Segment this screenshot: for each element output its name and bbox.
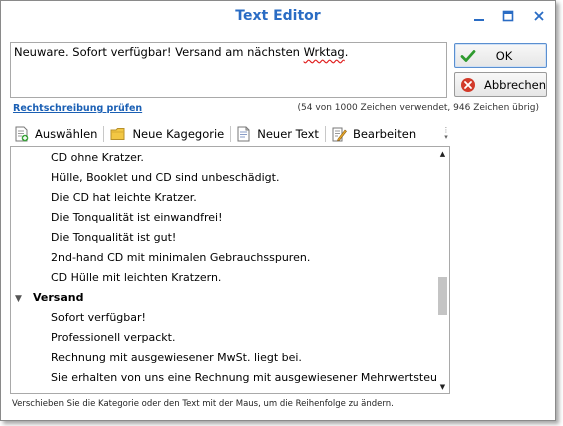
minimize-icon bbox=[474, 19, 484, 21]
ok-button-label: OK bbox=[495, 48, 513, 63]
text-input[interactable]: Neuware. Sofort verfügbar! Versand am nä… bbox=[10, 42, 447, 98]
maximize-button[interactable] bbox=[495, 5, 521, 27]
scrollbar-thumb[interactable] bbox=[438, 277, 447, 315]
list-item[interactable]: Professionell verpackt. bbox=[51, 328, 175, 348]
misspelled-word: Wrktag bbox=[303, 45, 345, 59]
list-item[interactable]: CD Hülle mit leichten Kratzern. bbox=[51, 268, 221, 288]
select-button[interactable]: Auswählen bbox=[10, 123, 102, 145]
edit-button[interactable]: Bearbeiten bbox=[327, 123, 421, 145]
character-count: (54 von 1000 Zeichen verwendet, 946 Zeic… bbox=[297, 103, 539, 113]
toolbar-overflow-grip[interactable]: ⋮ ▾ bbox=[442, 124, 450, 144]
list-item[interactable]: Die CD hat leichte Kratzer. bbox=[51, 188, 197, 208]
list-item[interactable]: Sofort verfügbar! bbox=[51, 308, 146, 328]
list-item[interactable]: Rechnung mit ausgewiesener MwSt. liegt b… bbox=[51, 348, 302, 368]
toolbar-separator bbox=[324, 126, 326, 142]
checkmark-icon bbox=[460, 49, 476, 62]
toolbar-separator bbox=[103, 126, 105, 142]
close-icon bbox=[534, 11, 544, 21]
scroll-down-arrow-icon[interactable]: ▼ bbox=[436, 380, 449, 393]
toolbar: Auswählen Neue Kagegorie Neuer Text Bear… bbox=[10, 122, 450, 146]
scroll-up-arrow-icon[interactable]: ▲ bbox=[436, 147, 449, 160]
spellcheck-link[interactable]: Rechtschreibung prüfen bbox=[13, 103, 142, 114]
list-item[interactable]: 2nd-hand CD mit minimalen Gebrauchsspure… bbox=[51, 248, 310, 268]
vertical-scrollbar[interactable]: ▲ ▼ bbox=[436, 147, 449, 393]
category-row[interactable]: ▼ Versand bbox=[15, 288, 83, 308]
list-item[interactable]: Hülle, Booklet und CD sind unbeschädigt. bbox=[51, 168, 279, 188]
list-item[interactable]: Sie erhalten von uns eine Rechnung mit a… bbox=[51, 368, 449, 388]
select-label: Auswählen bbox=[35, 127, 98, 141]
folder-icon bbox=[110, 128, 125, 140]
cancel-x-icon bbox=[461, 77, 475, 92]
list-item[interactable]: Die Tonqualität ist gut! bbox=[51, 228, 176, 248]
cancel-button-label: Abbrechen bbox=[484, 77, 546, 92]
edit-label: Bearbeiten bbox=[352, 127, 417, 141]
maximize-icon bbox=[502, 10, 514, 22]
collapse-arrow-icon[interactable]: ▼ bbox=[15, 289, 33, 309]
new-category-label: Neue Kagegorie bbox=[132, 127, 225, 141]
new-category-button[interactable]: Neue Kagegorie bbox=[105, 123, 229, 145]
category-label: Versand bbox=[33, 291, 84, 304]
edit-icon bbox=[332, 127, 347, 142]
text-block-list: CD ohne Kratzer. Hülle, Booklet und CD si… bbox=[10, 146, 450, 394]
title-bar: Text Editor bbox=[1, 1, 555, 33]
footer-hint: Verschieben Sie die Kategorie oder den T… bbox=[12, 399, 394, 409]
list-item[interactable]: CD ohne Kratzer. bbox=[51, 148, 144, 168]
text-input-value-end: . bbox=[344, 45, 349, 59]
cancel-button[interactable]: Abbrechen bbox=[454, 72, 547, 97]
new-text-label: Neuer Text bbox=[257, 127, 319, 141]
text-input-value-start: Neuware. Sofort verfügbar! Versand am nä… bbox=[14, 45, 304, 59]
list-item[interactable]: Die Tonqualität ist einwandfrei! bbox=[51, 208, 222, 228]
minimize-button[interactable] bbox=[466, 5, 492, 27]
toolbar-separator bbox=[230, 126, 232, 142]
new-text-button[interactable]: Neuer Text bbox=[232, 123, 324, 145]
ok-button[interactable]: OK bbox=[454, 43, 547, 68]
text-editor-window: Text Editor Neuware. Sofort verfügbar! V… bbox=[0, 0, 556, 421]
new-text-icon bbox=[237, 126, 250, 142]
select-document-icon bbox=[15, 126, 29, 142]
close-button[interactable] bbox=[526, 5, 552, 27]
